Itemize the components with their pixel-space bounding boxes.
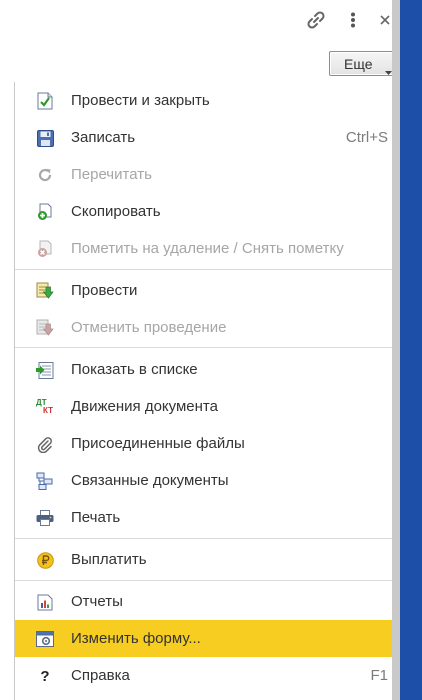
menu-item-label: Провести и закрыть	[71, 92, 210, 109]
menu-item-label: Скопировать	[71, 203, 161, 220]
copy-icon	[36, 203, 54, 221]
menu-item-related-documents[interactable]: Связанные документы	[15, 462, 392, 499]
menu-separator	[15, 347, 392, 348]
shortcut-label: F1	[370, 667, 388, 684]
save-icon	[36, 129, 54, 147]
reload-icon	[36, 166, 54, 184]
menu-item-label: Перечитать	[71, 166, 152, 183]
reports-icon	[36, 593, 54, 611]
menu-item-reports[interactable]: Отчеты	[15, 583, 392, 620]
menu-item-reload: Перечитать	[15, 156, 392, 193]
more-vertical-icon[interactable]	[344, 8, 362, 32]
menu-item-post[interactable]: Провести	[15, 272, 392, 309]
menu-item-label: Присоединенные файлы	[71, 435, 245, 452]
related-docs-icon	[36, 472, 54, 490]
menu-separator	[15, 269, 392, 270]
change-form-icon	[36, 630, 54, 648]
menu-separator	[15, 538, 392, 539]
printer-icon	[36, 509, 54, 527]
menu-item-label: Выплатить	[71, 551, 147, 568]
menu-item-label: Отчеты	[71, 593, 123, 610]
menu-item-label: Справка	[71, 667, 130, 684]
mark-delete-icon	[36, 240, 54, 258]
more-button-label: Еще	[344, 55, 373, 72]
menu-item-save[interactable]: Записать Ctrl+S	[15, 119, 392, 156]
menu-item-label: Печать	[71, 509, 121, 526]
menu-item-show-in-list[interactable]: Показать в списке	[15, 351, 392, 388]
menu-item-post-and-close[interactable]: Провести и закрыть	[15, 82, 392, 119]
dt-kt-icon: ДТ КТ	[36, 398, 54, 416]
more-menu: Провести и закрыть Записать Ctrl+S Переч…	[14, 82, 392, 700]
ruble-coin-icon	[36, 551, 54, 569]
menu-item-document-movements[interactable]: ДТ КТ Движения документа	[15, 388, 392, 425]
menu-item-copy[interactable]: Скопировать	[15, 193, 392, 230]
menu-item-label: Связанные документы	[71, 472, 229, 489]
help-glyph: ?	[40, 667, 50, 685]
close-icon[interactable]	[378, 8, 392, 32]
chevron-down-icon	[385, 62, 392, 78]
menu-item-unpost: Отменить проведение	[15, 309, 392, 346]
menu-item-label: Показать в списке	[71, 361, 198, 378]
menu-separator	[15, 580, 392, 581]
unpost-icon	[36, 319, 54, 337]
link-icon[interactable]	[304, 8, 328, 32]
scrollbar-strip	[392, 0, 400, 700]
show-in-list-icon	[36, 361, 54, 379]
menu-item-print[interactable]: Печать	[15, 499, 392, 536]
help-icon: ?	[36, 667, 54, 685]
more-button[interactable]: Еще	[329, 51, 399, 76]
paperclip-icon	[36, 435, 54, 453]
menu-item-label: Записать	[71, 129, 136, 146]
post-and-close-icon	[36, 92, 54, 110]
post-icon	[36, 282, 54, 300]
menu-item-pay[interactable]: Выплатить	[15, 541, 392, 578]
menu-item-label: Провести	[71, 282, 138, 299]
menu-item-help[interactable]: ? Справка F1	[15, 657, 392, 694]
menu-item-attached-files[interactable]: Присоединенные файлы	[15, 425, 392, 462]
menu-item-label: Пометить на удаление / Снять пометку	[71, 240, 344, 257]
menu-item-change-form[interactable]: Изменить форму...	[15, 620, 392, 657]
menu-item-label: Движения документа	[71, 398, 218, 415]
kt-label: КТ	[43, 406, 53, 415]
menu-item-label: Отменить проведение	[71, 319, 227, 336]
menu-item-mark-delete: Пометить на удаление / Снять пометку	[15, 230, 392, 267]
menu-item-label: Изменить форму...	[71, 630, 201, 647]
shortcut-label: Ctrl+S	[345, 129, 388, 146]
form-toolbar: Еще	[0, 0, 399, 82]
side-panel	[400, 0, 422, 700]
